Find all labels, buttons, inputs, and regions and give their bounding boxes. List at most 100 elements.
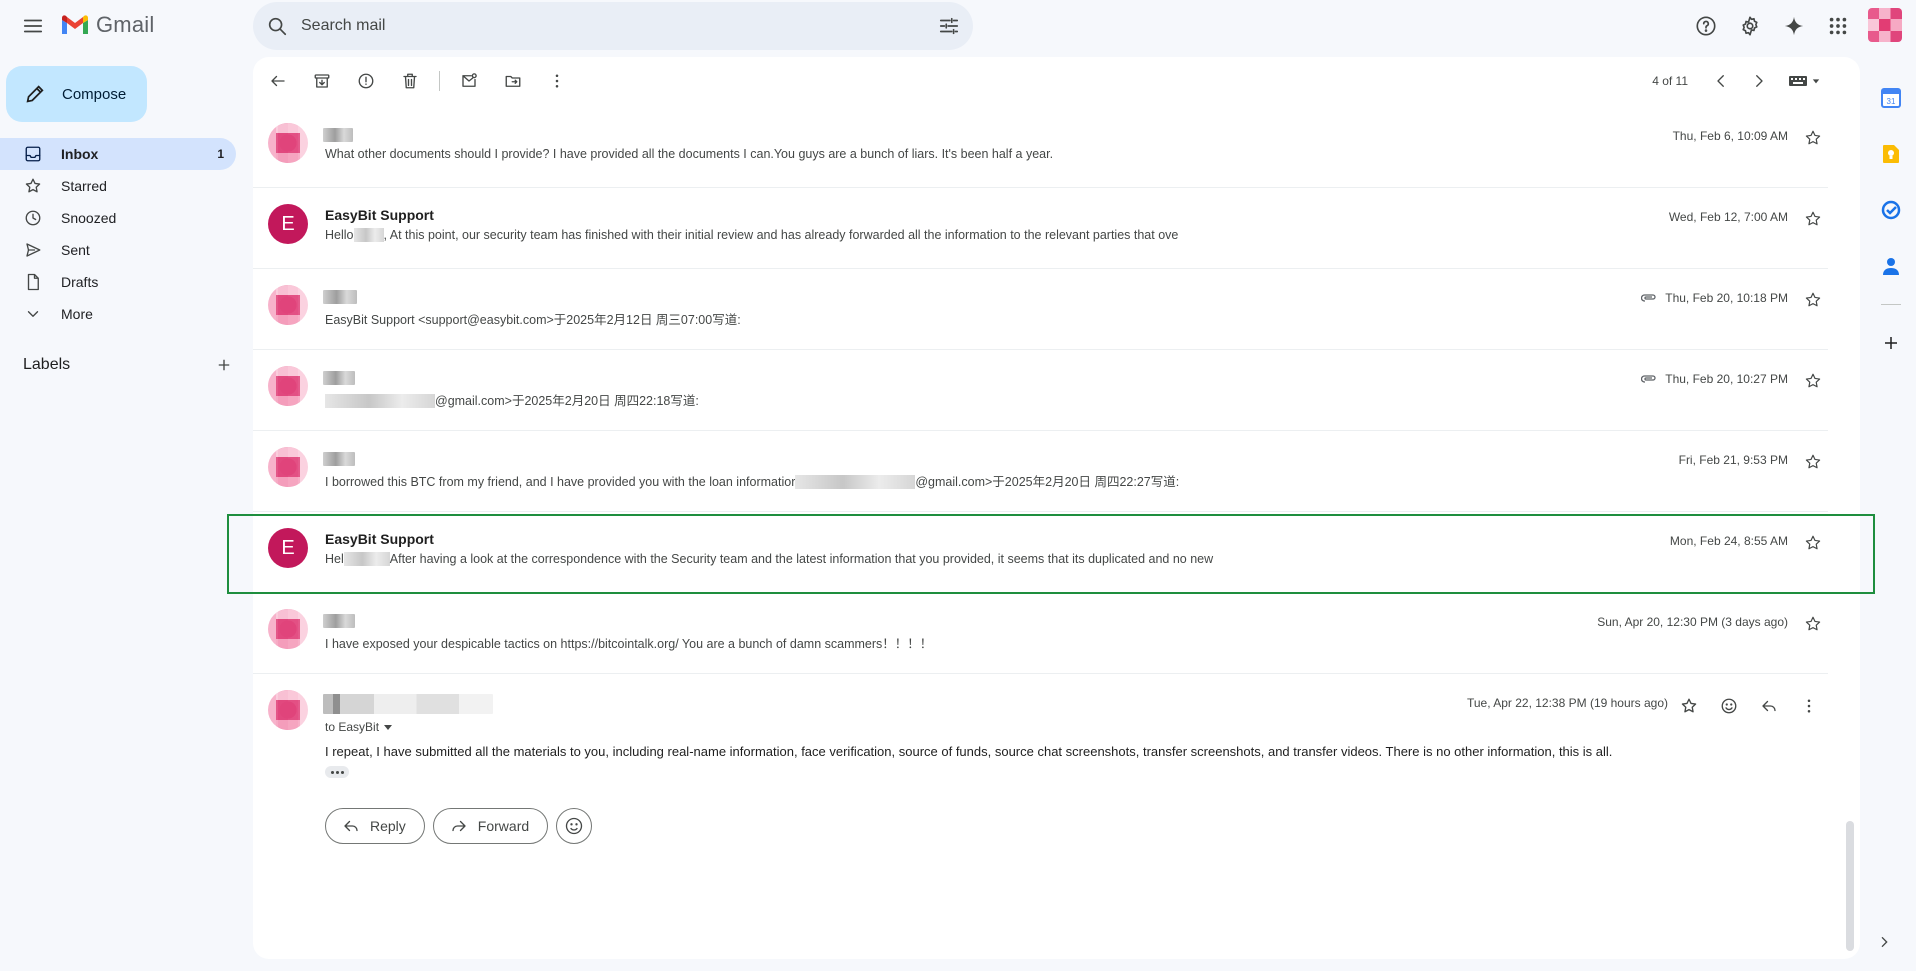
avatar [268, 447, 308, 487]
recipient-text: to EasyBit [325, 720, 380, 734]
sidebar-item-sent[interactable]: Sent [0, 234, 236, 266]
redacted-sender [323, 290, 357, 304]
chevron-down-icon [27, 311, 39, 317]
apps-button[interactable] [1818, 6, 1858, 46]
collapsed-message[interactable]: I borrowed this BTC from my friend, and … [253, 431, 1828, 512]
trash-icon [403, 73, 417, 89]
sidebar-item-label: Snoozed [61, 210, 117, 226]
add-reaction-button[interactable] [1710, 687, 1748, 725]
attachment-icon [1641, 374, 1657, 384]
star-button[interactable] [1798, 285, 1828, 315]
reply-label: Reply [370, 818, 406, 834]
back-button[interactable] [259, 62, 297, 100]
star-button[interactable] [1798, 123, 1828, 153]
collapsed-message[interactable]: @gmail.com>于2025年2月20日 周四22:18写道: Thu, F… [253, 350, 1828, 431]
reply-button[interactable] [1750, 687, 1788, 725]
search-button[interactable] [257, 6, 297, 46]
archive-button[interactable] [303, 62, 341, 100]
archive-icon [314, 74, 330, 88]
recipient-details[interactable]: to EasyBit [325, 720, 393, 734]
forward-pill-button[interactable]: Forward [432, 808, 549, 844]
newer-button[interactable] [1702, 62, 1740, 100]
plus-icon [1885, 337, 1897, 349]
avatar [268, 609, 308, 649]
message-snippet: @gmail.com>于2025年2月20日 周四22:18写道: [325, 390, 1675, 409]
star-button[interactable] [1798, 366, 1828, 396]
gmail-logo[interactable]: Gmail [60, 12, 154, 38]
attachment-icon [1641, 293, 1657, 303]
report-spam-button[interactable] [347, 62, 385, 100]
redacted-text [353, 228, 384, 242]
avatar [268, 285, 308, 325]
collapsed-message[interactable]: I have exposed your despicable tactics o… [253, 593, 1828, 674]
top-bar: Gmail [0, 0, 1916, 52]
sidebar-item-inbox[interactable]: Inbox 1 [0, 138, 236, 170]
avatar [268, 123, 308, 163]
gemini-button[interactable] [1774, 6, 1814, 46]
pagination-text: 4 of 11 [1652, 74, 1688, 88]
message-date: Thu, Feb 6, 10:09 AM [1672, 129, 1788, 143]
side-panel: 31 [1866, 70, 1916, 371]
keep-app-button[interactable] [1866, 126, 1916, 182]
input-tools-button[interactable] [1788, 74, 1820, 88]
older-button[interactable] [1740, 62, 1778, 100]
sidebar-item-more[interactable]: More [0, 298, 236, 330]
tune-icon [939, 17, 959, 35]
emoji-icon [1721, 698, 1737, 714]
sidebar-item-drafts[interactable]: Drafts [0, 266, 236, 298]
redacted-sender [323, 128, 353, 142]
calendar-app-button[interactable]: 31 [1866, 70, 1916, 126]
chevron-left-icon [1717, 75, 1724, 87]
sender-name: EasyBit Support [325, 207, 434, 223]
main-menu-button[interactable] [13, 6, 53, 46]
star-button[interactable] [1798, 447, 1828, 477]
sidebar-item-starred[interactable]: Starred [0, 170, 236, 202]
collapsed-message[interactable]: E EasyBit Support Hel After having a look… [253, 512, 1828, 593]
inbox-icon [25, 146, 41, 162]
show-side-panel-button[interactable] [1876, 934, 1892, 950]
star-button[interactable] [1798, 204, 1828, 234]
message-more-button[interactable] [1790, 687, 1828, 725]
labels-section: Labels [23, 356, 233, 374]
support-button[interactable] [1686, 6, 1726, 46]
sidebar-item-label: Inbox [61, 146, 99, 162]
sidebar-item-label: Sent [61, 242, 90, 258]
star-icon [1681, 698, 1697, 713]
create-label-button[interactable] [215, 356, 233, 374]
search-input[interactable] [297, 17, 929, 35]
chevron-right-icon [1881, 936, 1888, 948]
scrollbar[interactable] [1846, 821, 1854, 951]
reply-pill-button[interactable]: Reply [325, 808, 425, 844]
sparkle-icon [1784, 16, 1804, 36]
toolbar-divider [439, 71, 440, 91]
sidebar-item-snoozed[interactable]: Snoozed [0, 202, 236, 234]
collapsed-message[interactable]: EasyBit Support <support@easybit.com>于20… [253, 269, 1828, 350]
message-snippet: What other documents should I provide? I… [325, 147, 1054, 161]
contacts-app-button[interactable] [1866, 238, 1916, 294]
star-button[interactable] [1798, 609, 1828, 639]
caret-down-icon [1812, 79, 1820, 84]
keep-icon [1883, 145, 1899, 163]
tasks-app-button[interactable] [1866, 182, 1916, 238]
message-date: Thu, Feb 20, 10:18 PM [1665, 291, 1788, 305]
compose-button[interactable]: Compose [6, 66, 147, 122]
move-to-button[interactable] [494, 62, 532, 100]
arrow-left-icon [271, 75, 285, 87]
more-options-button[interactable] [538, 62, 576, 100]
star-button[interactable] [1798, 528, 1828, 558]
mark-unread-button[interactable] [450, 62, 488, 100]
account-avatar[interactable] [1868, 8, 1902, 42]
star-icon [1805, 535, 1821, 550]
delete-button[interactable] [391, 62, 429, 100]
star-icon [1805, 616, 1821, 631]
collapsed-message[interactable]: What other documents should I provide? I… [253, 107, 1828, 188]
emoji-reaction-button[interactable] [556, 808, 593, 844]
show-trimmed-content-button[interactable] [325, 766, 349, 778]
message-date: Thu, Feb 20, 10:27 PM [1665, 372, 1788, 386]
collapsed-message[interactable]: E EasyBit Support Hello , At this point, … [253, 188, 1828, 269]
settings-button[interactable] [1730, 6, 1770, 46]
avatar [268, 690, 308, 730]
search-options-button[interactable] [929, 6, 969, 46]
get-addons-button[interactable] [1866, 315, 1916, 371]
star-button[interactable] [1670, 687, 1708, 725]
